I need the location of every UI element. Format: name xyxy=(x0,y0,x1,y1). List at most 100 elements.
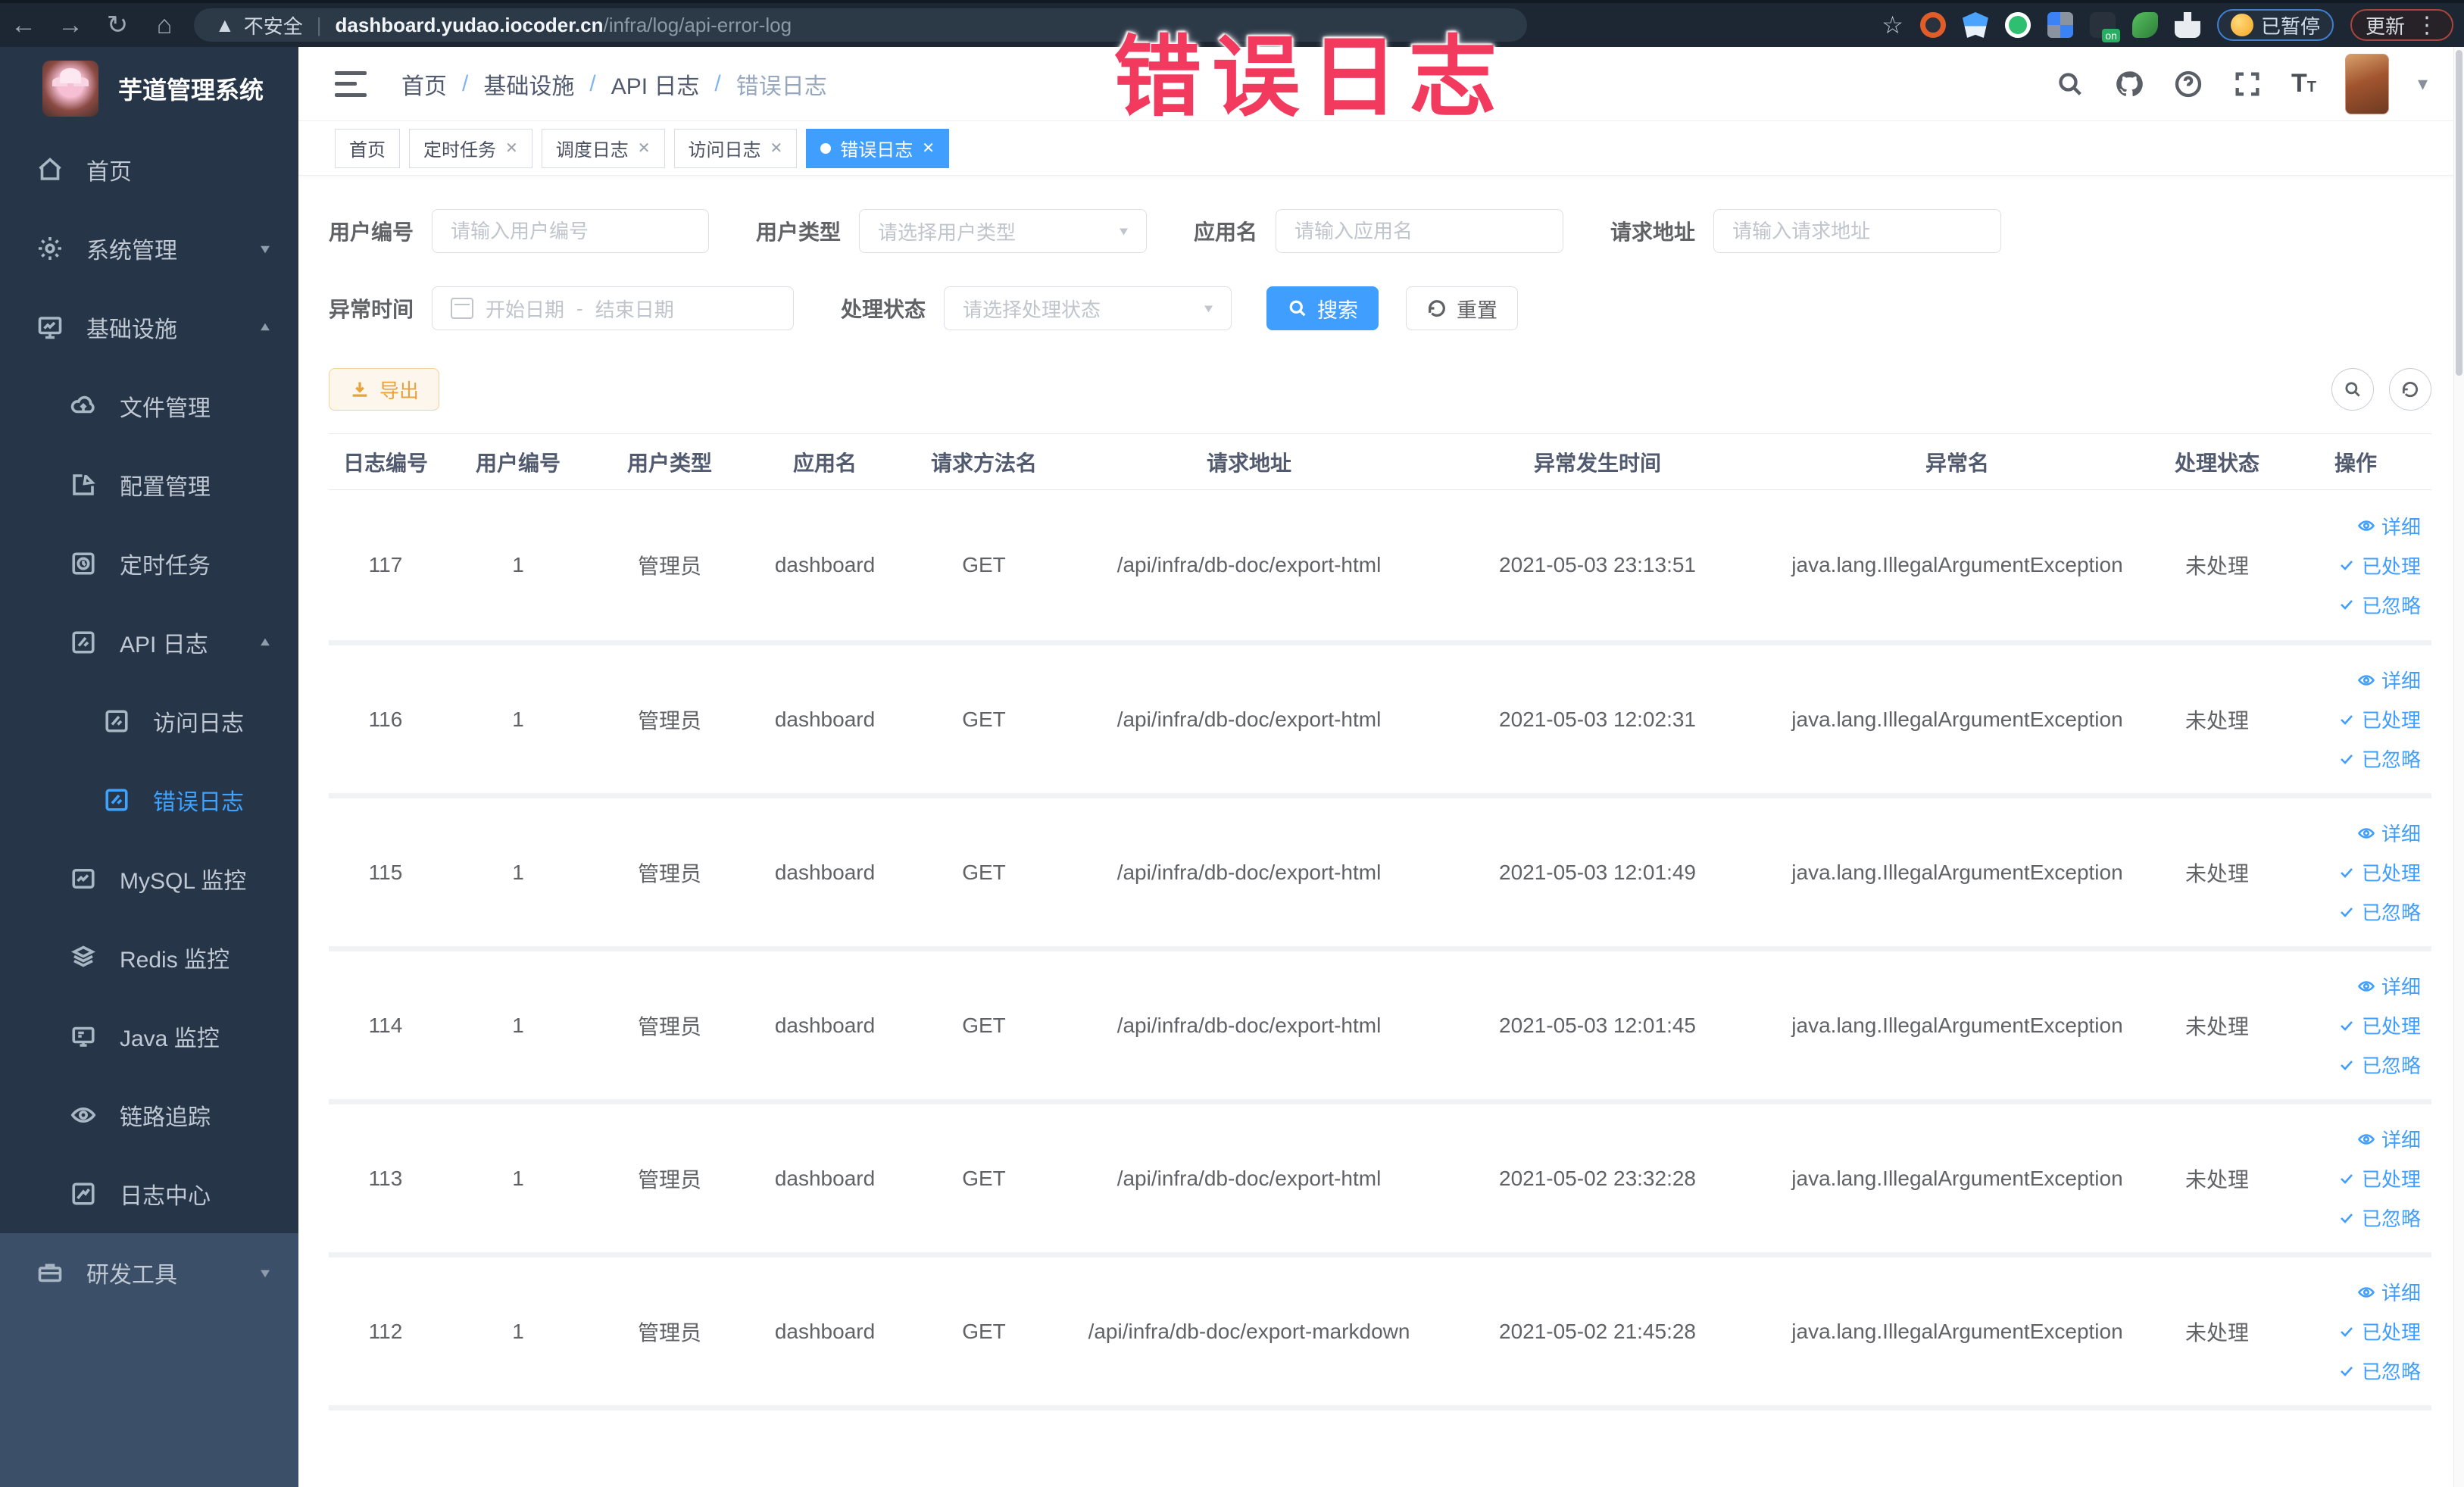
cell-log-id: 114 xyxy=(329,948,442,1104)
breadcrumb-api-log[interactable]: API 日志 xyxy=(611,67,700,101)
sidebar-item-api-log[interactable]: API 日志 ▾ xyxy=(0,603,298,682)
sidebar-item-dev-tools[interactable]: 研发工具 ▾ xyxy=(0,1233,298,1312)
extension-leaf-icon[interactable] xyxy=(2131,12,2158,38)
scrollbar-thumb[interactable] xyxy=(2456,50,2462,376)
extension-on-badge-icon[interactable]: on xyxy=(2089,12,2120,42)
tab-error-log[interactable]: 错误日志 ✕ xyxy=(806,128,950,168)
start-date-placeholder: 开始日期 xyxy=(486,298,565,321)
mark-processed-link[interactable]: 已处理 xyxy=(2280,1159,2421,1198)
address-bar[interactable]: ▲ 不安全 | dashboard.yudao.iocoder.cn /infr… xyxy=(194,8,1527,42)
mark-ignored-link[interactable]: 已忽略 xyxy=(2280,585,2421,624)
request-url-input[interactable] xyxy=(1713,209,2002,253)
breadcrumb-home[interactable]: 首页 xyxy=(401,67,447,101)
table-toolbar: 导出 xyxy=(329,368,2431,411)
mark-processed-link[interactable]: 已处理 xyxy=(2280,545,2421,585)
extension-grid-icon[interactable] xyxy=(2047,12,2073,38)
browser-menu-icon[interactable]: ⋮ xyxy=(2416,12,2438,39)
user-id-input[interactable] xyxy=(432,209,710,253)
cell-status: 未处理 xyxy=(2154,795,2280,951)
sidebar-item-system-management[interactable]: 系统管理 ▾ xyxy=(0,209,298,288)
reset-button[interactable]: 重置 xyxy=(1406,286,1519,330)
cell-method: GET xyxy=(904,948,1063,1104)
refresh-table-button[interactable] xyxy=(2389,368,2431,411)
user-avatar[interactable] xyxy=(2344,53,2389,114)
extension-green-circle-icon[interactable] xyxy=(2004,12,2031,38)
mark-ignored-link[interactable]: 已忽略 xyxy=(2280,892,2421,932)
toggle-search-button[interactable] xyxy=(2331,368,2374,411)
extension-puzzle-icon[interactable] xyxy=(2174,12,2200,38)
detail-link[interactable]: 详细 xyxy=(2280,1120,2421,1159)
export-button[interactable]: 导出 xyxy=(329,368,440,411)
tab-access-log[interactable]: 访问日志 ✕ xyxy=(673,128,798,168)
sidebar-item-error-log[interactable]: 错误日志 xyxy=(0,761,298,839)
sidebar-item-trace[interactable]: 链路追踪 xyxy=(0,1076,298,1154)
col-status: 处理状态 xyxy=(2154,433,2280,490)
reload-icon[interactable]: ↻ xyxy=(94,10,141,40)
github-icon[interactable] xyxy=(2114,69,2144,99)
exception-time-range-picker[interactable]: 开始日期 - 结束日期 xyxy=(432,286,795,330)
forward-icon[interactable]: → xyxy=(47,11,94,40)
check-icon xyxy=(2341,1060,2353,1070)
search-icon[interactable] xyxy=(2055,69,2085,99)
user-type-select[interactable]: 请选择用户类型 ▾ xyxy=(859,209,1148,253)
sidebar-item-redis-monitor[interactable]: Redis 监控 xyxy=(0,918,298,997)
sidebar-item-home[interactable]: 首页 xyxy=(0,130,298,209)
tab-schedule-log[interactable]: 调度日志 ✕ xyxy=(541,128,665,168)
extension-orange-icon[interactable] xyxy=(1919,12,1946,38)
sidebar-item-file-management[interactable]: 文件管理 xyxy=(0,367,298,445)
mark-ignored-link[interactable]: 已忽略 xyxy=(2280,739,2421,779)
bookmark-star-icon[interactable]: ☆ xyxy=(1882,11,1903,39)
sidebar-item-mysql-monitor[interactable]: MySQL 监控 xyxy=(0,839,298,918)
chrome-update-button[interactable]: 更新 ⋮ xyxy=(2350,9,2453,41)
eye-icon xyxy=(70,1107,96,1123)
breadcrumb-infrastructure[interactable]: 基础设施 xyxy=(483,67,574,101)
extension-shield-icon[interactable] xyxy=(1962,12,1988,38)
app-logo-row[interactable]: 芋道管理系统 xyxy=(0,47,298,130)
sidebar-toggle-icon[interactable] xyxy=(335,70,367,97)
sidebar-item-java-monitor[interactable]: Java 监控 xyxy=(0,997,298,1076)
process-status-select[interactable]: 请选择处理状态 ▾ xyxy=(944,286,1232,330)
detail-link[interactable]: 详细 xyxy=(2280,1273,2421,1312)
top-navbar: 首页 / 基础设施 / API 日志 / 错误日志 TT ▾ xyxy=(298,47,2464,121)
mark-ignored-link[interactable]: 已忽略 xyxy=(2280,1045,2421,1085)
mark-processed-link[interactable]: 已处理 xyxy=(2280,1312,2421,1351)
sidebar-item-infrastructure[interactable]: 基础设施 ▾ xyxy=(0,288,298,367)
security-label[interactable]: 不安全 xyxy=(244,11,303,39)
tab-home[interactable]: 首页 xyxy=(335,128,400,168)
detail-link[interactable]: 详细 xyxy=(2280,967,2421,1006)
help-icon[interactable] xyxy=(2173,69,2203,99)
url-host: dashboard.yudao.iocoder.cn xyxy=(335,13,604,36)
sidebar-item-access-log[interactable]: 访问日志 xyxy=(0,682,298,761)
page-scrollbar[interactable] xyxy=(2453,47,2464,1487)
app-name-input[interactable] xyxy=(1276,209,1564,253)
sidebar-item-scheduled-tasks[interactable]: 定时任务 xyxy=(0,524,298,603)
mark-ignored-link[interactable]: 已忽略 xyxy=(2280,1351,2421,1391)
cell-method: GET xyxy=(904,1254,1063,1410)
back-icon[interactable]: ← xyxy=(0,11,47,40)
mark-processed-link[interactable]: 已处理 xyxy=(2280,853,2421,892)
tab-scheduled-tasks[interactable]: 定时任务 ✕ xyxy=(409,128,532,168)
font-size-icon[interactable]: TT xyxy=(2291,69,2316,98)
close-icon[interactable]: ✕ xyxy=(505,139,518,158)
sidebar-item-config-management[interactable]: 配置管理 xyxy=(0,445,298,524)
detail-link[interactable]: 详细 xyxy=(2280,506,2421,545)
mark-processed-link[interactable]: 已处理 xyxy=(2280,700,2421,739)
detail-link[interactable]: 详细 xyxy=(2280,661,2421,700)
home-icon[interactable]: ⌂ xyxy=(141,11,188,40)
mark-ignored-link[interactable]: 已忽略 xyxy=(2280,1198,2421,1238)
fullscreen-icon[interactable] xyxy=(2232,69,2263,99)
mark-processed-link[interactable]: 已处理 xyxy=(2280,1006,2421,1045)
close-icon[interactable]: ✕ xyxy=(922,139,935,158)
search-button[interactable]: 搜索 xyxy=(1266,286,1379,330)
close-icon[interactable]: ✕ xyxy=(770,139,783,158)
chevron-down-icon: ▾ xyxy=(260,240,270,257)
error-log-icon xyxy=(105,789,128,811)
col-user-type: 用户类型 xyxy=(594,433,745,490)
detail-link[interactable]: 详细 xyxy=(2280,814,2421,853)
user-menu-caret-icon[interactable]: ▾ xyxy=(2418,72,2428,95)
cell-request-url: /api/infra/db-doc/export-html xyxy=(1063,795,1435,951)
close-icon[interactable]: ✕ xyxy=(638,139,651,158)
profile-paused-chip[interactable]: 已暂停 xyxy=(2216,9,2334,41)
sidebar-item-log-center[interactable]: 日志中心 xyxy=(0,1154,298,1233)
cell-status: 未处理 xyxy=(2154,948,2280,1104)
